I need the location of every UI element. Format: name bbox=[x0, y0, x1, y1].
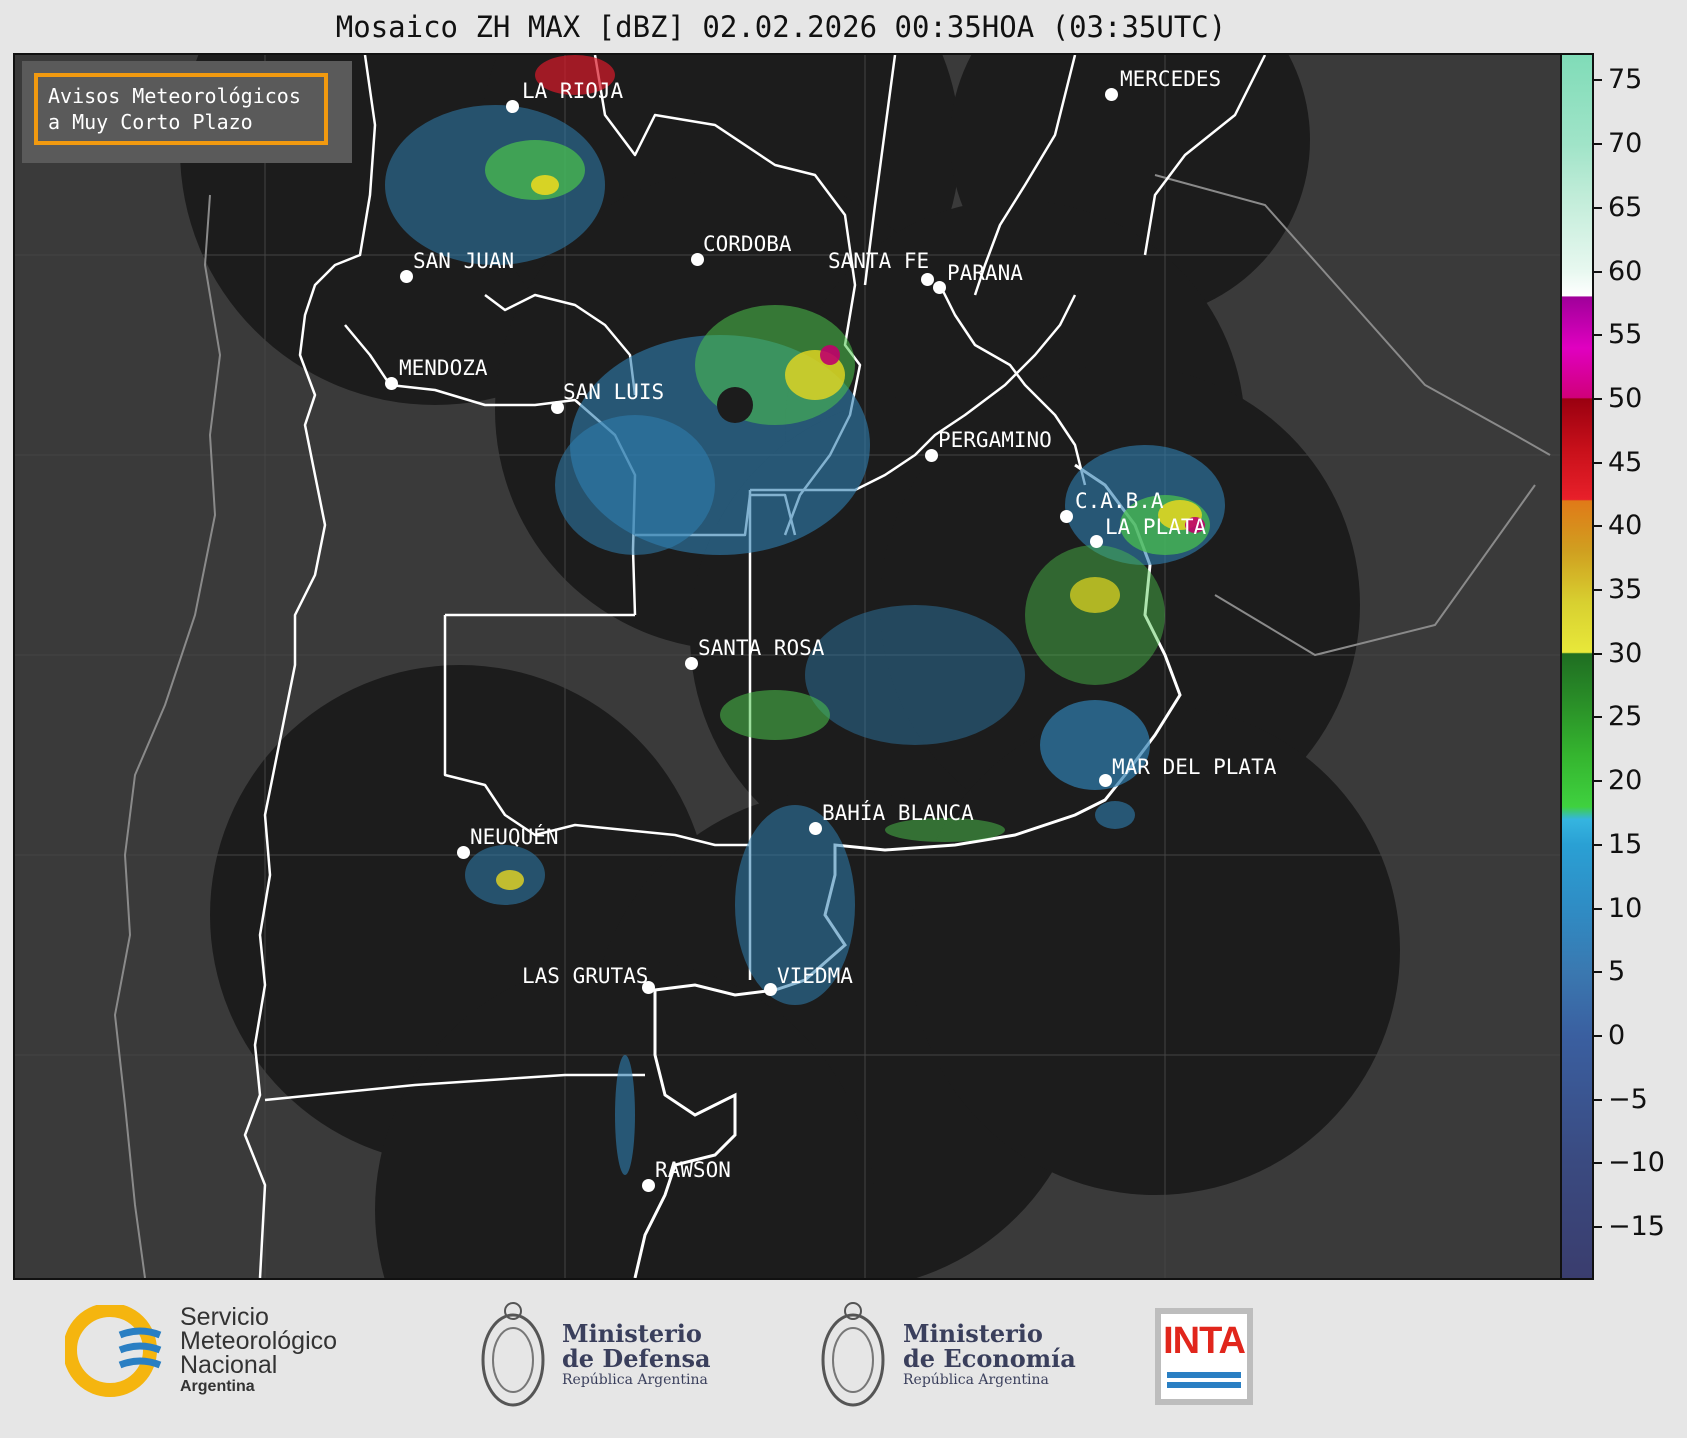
colorbar-tick-mark bbox=[1592, 1034, 1602, 1037]
smn-line4: Argentina bbox=[180, 1378, 255, 1395]
economia-line1: Ministerio bbox=[903, 1319, 1043, 1348]
colorbar-tick-mark bbox=[1592, 971, 1602, 974]
city-dot-mendoza bbox=[385, 377, 398, 390]
avisos-line1: Avisos Meteorológicos bbox=[48, 84, 301, 108]
colorbar-tick-label: 60 bbox=[1608, 255, 1643, 287]
city-dot-pergamino bbox=[925, 449, 938, 462]
city-label-bahia-blanca: BAHÍA BLANCA bbox=[822, 801, 974, 825]
city-label-mar-del-plata: MAR DEL PLATA bbox=[1112, 755, 1277, 779]
city-label-santa-fe: SANTA FE bbox=[828, 249, 930, 273]
colorbar-tick-label: 30 bbox=[1608, 637, 1643, 669]
avisos-line2: a Muy Corto Plazo bbox=[48, 110, 253, 134]
map-title: Mosaico ZH MAX [dBZ] 02.02.2026 00:35HOA… bbox=[335, 10, 1227, 44]
smn-line2: Meteorológico bbox=[180, 1327, 338, 1355]
colorbar-tick-mark bbox=[1592, 270, 1602, 273]
colorbar-tick-mark bbox=[1592, 397, 1602, 400]
city-dot-rawson bbox=[642, 1179, 655, 1192]
defensa-line1: Ministerio bbox=[562, 1319, 702, 1348]
colorbar-tick-label: 45 bbox=[1608, 446, 1643, 478]
city-dot-neuquen bbox=[457, 846, 470, 859]
colorbar-tick-label: −5 bbox=[1608, 1083, 1648, 1115]
colorbar-tick-mark bbox=[1592, 1226, 1602, 1229]
smn-logo-icon bbox=[65, 1305, 162, 1397]
colorbar-tick-mark bbox=[1592, 907, 1602, 910]
city-label-la-rioja: LA RIOJA bbox=[522, 79, 624, 103]
colorbar-tick-label: 40 bbox=[1608, 510, 1643, 542]
economia-logo-text: Ministerio de Economía República Argenti… bbox=[903, 1321, 1076, 1389]
city-label-san-luis: SAN LUIS bbox=[563, 380, 665, 404]
colorbar-tick-label: −15 bbox=[1608, 1211, 1665, 1243]
avisos-frame: Avisos Meteorológicos a Muy Corto Plazo bbox=[34, 73, 328, 145]
inta-logo-text: INTA bbox=[1163, 1320, 1246, 1362]
colorbar-tick-label: −10 bbox=[1608, 1147, 1665, 1179]
colorbar-tick-label: 20 bbox=[1608, 765, 1643, 797]
colorbar-tick-label: 25 bbox=[1608, 701, 1643, 733]
colorbar-tick-label: 15 bbox=[1608, 828, 1643, 860]
defensa-seal-icon bbox=[481, 1302, 545, 1407]
city-dot-la-rioja bbox=[506, 100, 519, 113]
colorbar-tick-mark bbox=[1592, 143, 1602, 146]
economia-line2: de Economía bbox=[903, 1344, 1076, 1373]
economia-seal-icon bbox=[821, 1302, 885, 1407]
colorbar-tick-mark bbox=[1592, 1098, 1602, 1101]
colorbar-tick-mark bbox=[1592, 79, 1602, 82]
colorbar-tick-label: 10 bbox=[1608, 892, 1643, 924]
city-dot-la-plata bbox=[1090, 535, 1103, 548]
colorbar-tick-mark bbox=[1592, 716, 1602, 719]
city-label-mercedes: MERCEDES bbox=[1120, 67, 1222, 91]
dbz-colorbar bbox=[1560, 53, 1594, 1280]
smn-line1: Servicio bbox=[180, 1303, 269, 1331]
colorbar-tick-label: 75 bbox=[1608, 64, 1643, 96]
city-label-viedma: VIEDMA bbox=[777, 964, 853, 988]
colorbar-tick-label: 65 bbox=[1608, 191, 1643, 223]
colorbar-tick-label: 55 bbox=[1608, 319, 1643, 351]
smn-logo-text: Servicio Meteorológico Nacional Argentin… bbox=[180, 1305, 337, 1397]
economia-line3: República Argentina bbox=[903, 1372, 1049, 1388]
colorbar-tick-label: 50 bbox=[1608, 382, 1643, 414]
colorbar-tick-mark bbox=[1592, 206, 1602, 209]
city-label-mendoza: MENDOZA bbox=[399, 356, 488, 380]
city-label-neuquen: NEUQUÉN bbox=[470, 825, 559, 849]
city-dot-san-juan bbox=[400, 270, 413, 283]
city-label-cordoba: CORDOBA bbox=[703, 232, 792, 256]
city-label-parana: PARANA bbox=[947, 261, 1023, 285]
colorbar-tick-mark bbox=[1592, 589, 1602, 592]
city-label-la-plata: LA PLATA bbox=[1105, 515, 1207, 539]
colorbar-tick-mark bbox=[1592, 1162, 1602, 1165]
city-label-rawson: RAWSON bbox=[655, 1158, 731, 1182]
defensa-logo-text: Ministerio de Defensa República Argentin… bbox=[562, 1321, 711, 1389]
colorbar-tick-mark bbox=[1592, 652, 1602, 655]
colorbar-tick-label: 70 bbox=[1608, 128, 1643, 160]
city-label-san-juan: SAN JUAN bbox=[413, 249, 515, 273]
avisos-badge[interactable]: Avisos Meteorológicos a Muy Corto Plazo bbox=[22, 61, 352, 163]
colorbar-tick-label: 5 bbox=[1608, 956, 1626, 988]
colorbar-tick-mark bbox=[1592, 334, 1602, 337]
city-dot-santa-rosa bbox=[685, 657, 698, 670]
colorbar-tick-mark bbox=[1592, 780, 1602, 783]
radar-map[interactable]: Avisos Meteorológicos a Muy Corto Plazo … bbox=[13, 53, 1564, 1280]
smn-line3: Nacional bbox=[180, 1351, 278, 1379]
defensa-line3: República Argentina bbox=[562, 1372, 708, 1388]
colorbar-tick-mark bbox=[1592, 843, 1602, 846]
colorbar-tick-mark bbox=[1592, 525, 1602, 528]
city-label-pergamino: PERGAMINO bbox=[938, 428, 1052, 452]
city-dot-viedma bbox=[764, 983, 777, 996]
colorbar-tick-mark bbox=[1592, 461, 1602, 464]
city-dot-bahia-blanca bbox=[809, 822, 822, 835]
city-label-las-grutas: LAS GRUTAS bbox=[522, 964, 649, 988]
city-dot-mar-del-plata bbox=[1099, 774, 1112, 787]
colorbar-tick-label: 0 bbox=[1608, 1019, 1626, 1051]
defensa-line2: de Defensa bbox=[562, 1344, 711, 1373]
city-label-caba: C.A.B.A bbox=[1075, 489, 1164, 513]
inta-logo: INTA bbox=[1155, 1308, 1253, 1405]
city-label-santa-rosa: SANTA ROSA bbox=[698, 636, 825, 660]
footer-logos: Servicio Meteorológico Nacional Argentin… bbox=[0, 1285, 1687, 1438]
city-dot-parana bbox=[933, 281, 946, 294]
city-dot-mercedes bbox=[1105, 88, 1118, 101]
city-dot-santa-fe bbox=[921, 273, 934, 286]
city-dot-caba bbox=[1060, 510, 1073, 523]
colorbar-tick-label: 35 bbox=[1608, 574, 1643, 606]
